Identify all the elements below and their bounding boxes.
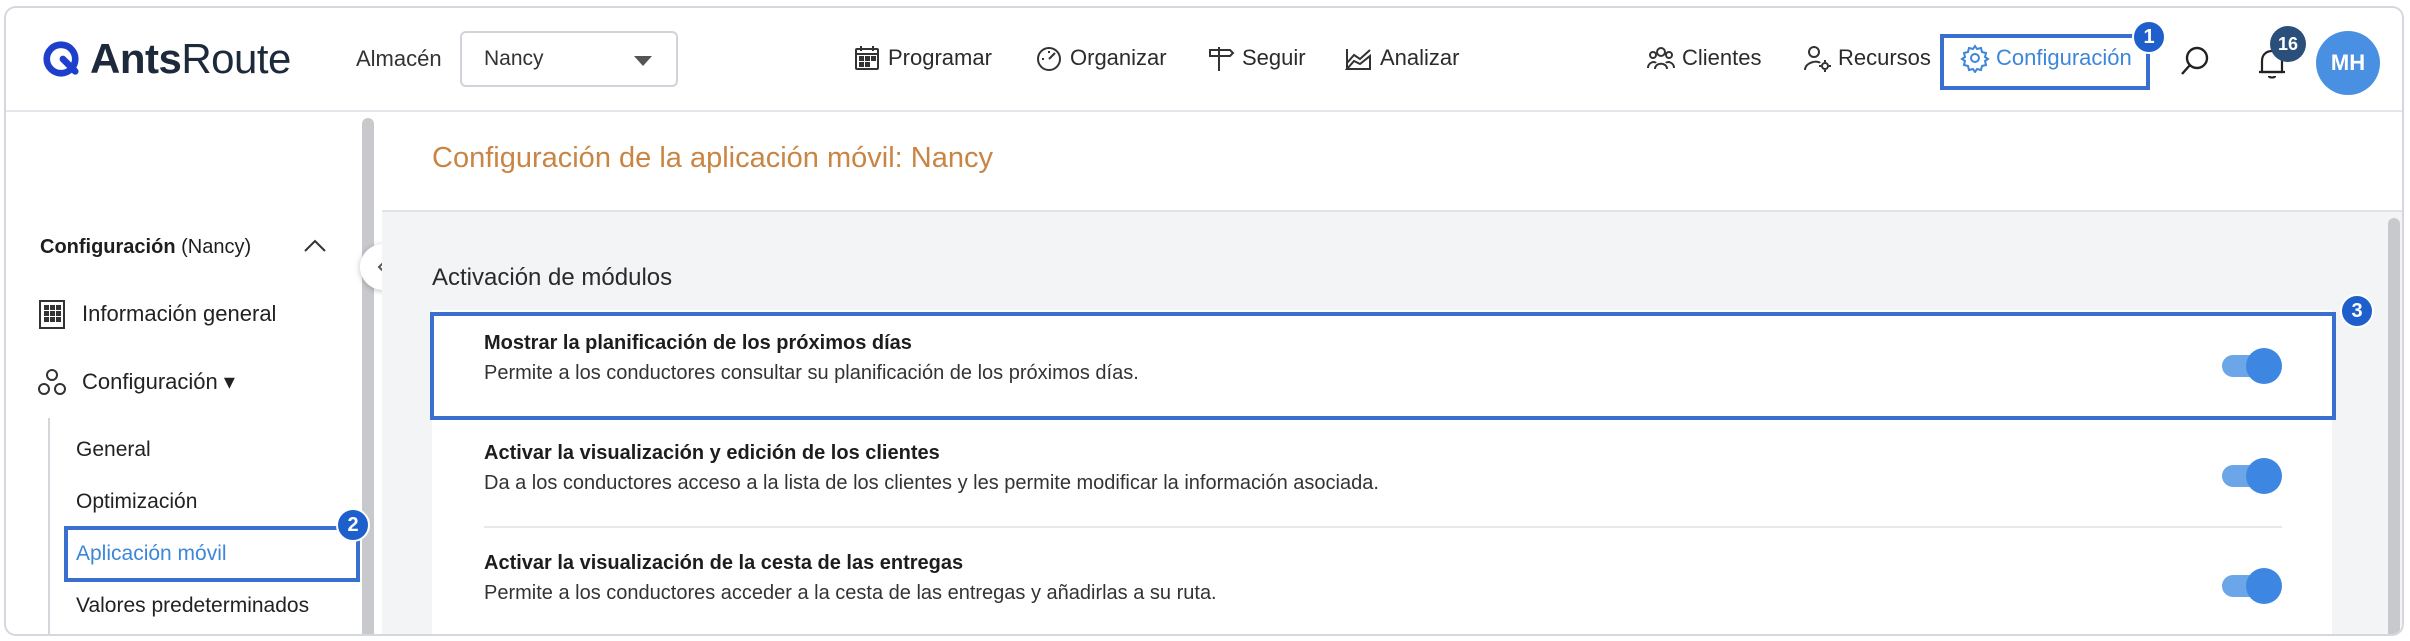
module-description: Permite a los conductores acceder a la c… [484, 582, 1217, 604]
row-divider [484, 526, 2282, 528]
callout-badge-1: 1 [2132, 20, 2166, 54]
cogs-icon [38, 369, 66, 395]
user-cog-icon [1804, 46, 1831, 72]
highlight-aplicacion-movil [64, 526, 360, 582]
logo-text: AntsRoute [90, 35, 291, 82]
module-title: Activar la visualización y edición de lo… [484, 442, 940, 464]
search-button[interactable] [2178, 44, 2212, 83]
app-window: AntsRoute Almacén Nancy Programar Organi… [4, 6, 2404, 636]
callout-badge-2: 2 [336, 508, 370, 542]
users-group-icon [1647, 47, 1675, 70]
sidebar-group-configuracion-label: Configuración ▾ [82, 369, 235, 394]
nav-seguir-label: Seguir [1242, 45, 1306, 70]
building-icon [39, 300, 65, 329]
module-description: Da a los conductores acceso a la lista d… [484, 472, 1379, 494]
main-content: Configuración de la aplicación móvil: Na… [382, 112, 2402, 634]
user-avatar[interactable]: MH [2316, 31, 2380, 95]
warehouse-label: Almacén [356, 46, 442, 71]
sidebar-item-general[interactable]: General [76, 438, 151, 462]
nav-clientes-label: Clientes [1682, 45, 1762, 70]
calendar-icon [855, 46, 879, 70]
notification-count-badge: 16 [2270, 26, 2306, 62]
highlight-planning-row [430, 312, 2336, 420]
chart-area-icon [1344, 49, 1371, 70]
toggle-basket[interactable] [2222, 568, 2282, 604]
page-title: Configuración de la aplicación móvil: Na… [432, 142, 993, 174]
logo-mark-icon [43, 41, 79, 77]
nav-programar[interactable]: Programar [852, 38, 992, 78]
nav-recursos[interactable]: Recursos [1802, 38, 1931, 78]
caret-down-icon [634, 56, 652, 66]
sidebar-section-header[interactable]: Configuración (Nancy) [40, 236, 251, 259]
main-scrollbar[interactable] [2388, 218, 2400, 634]
sidebar-scrollbar[interactable] [362, 118, 374, 634]
module-title: Activar la visualización de la cesta de … [484, 552, 964, 574]
nav-organizar[interactable]: Organizar [1034, 38, 1167, 78]
sidebar: Configuración (Nancy) Información genera… [6, 112, 406, 634]
sidebar-group-configuracion[interactable]: Configuración ▾ [36, 366, 235, 398]
nav-programar-label: Programar [888, 45, 992, 70]
chevron-up-icon[interactable] [304, 238, 326, 252]
callout-badge-3: 3 [2340, 294, 2374, 328]
nav-seguir[interactable]: Seguir [1206, 38, 1306, 78]
sidebar-item-valores[interactable]: Valores predeterminados [76, 594, 309, 618]
sidebar-item-optimizacion[interactable]: Optimización [76, 490, 197, 514]
module-row-basket: Activar la visualización de la cesta de … [432, 530, 2332, 634]
signpost-icon [1209, 47, 1235, 71]
page-header: Configuración de la aplicación móvil: Na… [382, 112, 2402, 212]
sidebar-item-general-info[interactable]: Información general [36, 298, 276, 330]
sidebar-tree-line [48, 418, 50, 634]
nav-recursos-label: Recursos [1838, 45, 1931, 70]
nav-analizar[interactable]: Analizar [1344, 38, 1459, 78]
nav-organizar-label: Organizar [1070, 45, 1167, 70]
top-navigation: AntsRoute Almacén Nancy Programar Organi… [6, 8, 2402, 112]
nav-clientes[interactable]: Clientes [1646, 38, 1761, 78]
warehouse-select[interactable]: Nancy [460, 31, 678, 87]
toggle-knob [2246, 568, 2282, 604]
section-title: Activación de módulos [432, 264, 673, 291]
toggle-knob [2246, 458, 2282, 494]
antsroute-logo[interactable]: AntsRoute [42, 34, 291, 84]
nav-analizar-label: Analizar [1380, 45, 1460, 70]
sidebar-item-general-info-label: Información general [82, 301, 277, 326]
module-row-clients: Activar la visualización y edición de lo… [432, 420, 2332, 528]
search-icon [2181, 46, 2209, 75]
warehouse-value: Nancy [484, 47, 544, 70]
modules-card: Mostrar la planificación de los próximos… [430, 310, 2336, 634]
highlight-configuracion [1940, 34, 2150, 90]
toggle-clients[interactable] [2222, 458, 2282, 494]
speedometer-icon [1037, 47, 1061, 71]
